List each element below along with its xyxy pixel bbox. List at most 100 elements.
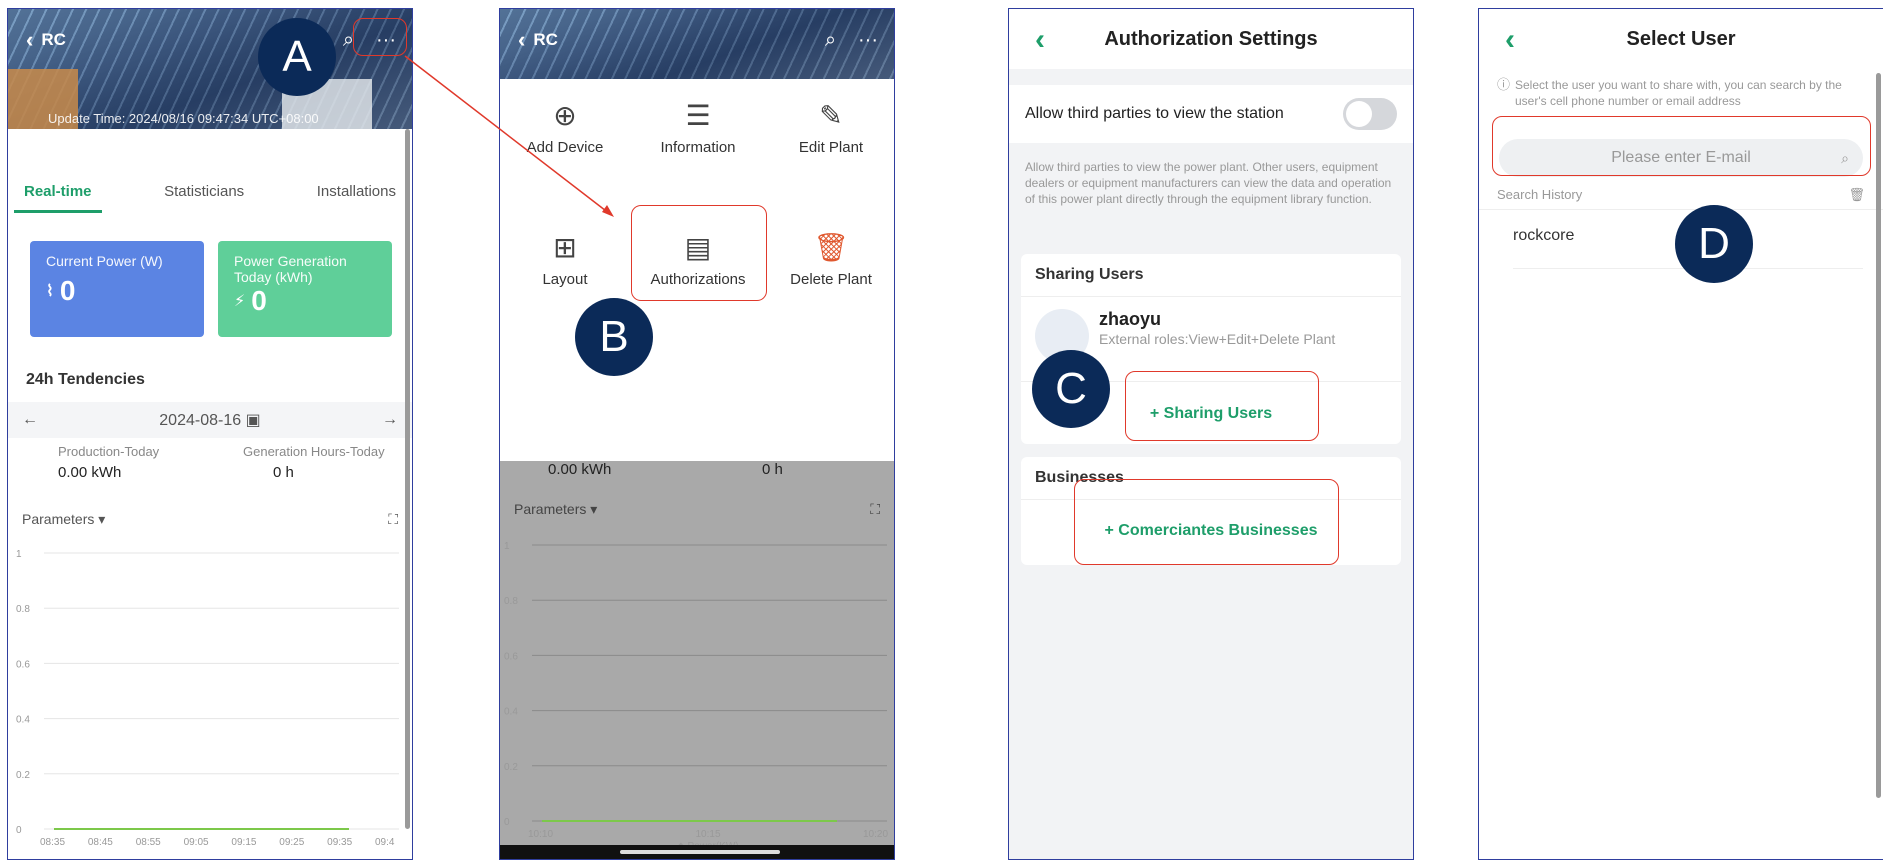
shared-user-name: zhaoyu [1099, 309, 1162, 329]
menu-label: Information [660, 139, 736, 156]
scrollbar[interactable] [1876, 73, 1881, 798]
x-tick-label: 10:20 [863, 829, 888, 840]
header: ‹ Select User [1479, 9, 1883, 69]
search-history-header: Search History 🗑 [1497, 187, 1865, 203]
y-tick-label: 0.8 [504, 596, 518, 607]
generation-hours-label: Generation Hours-Today [243, 444, 385, 459]
parameters-row: Parameters ▾ ⛶ [514, 501, 880, 518]
generation-hours-today: Generation Hours-Today 0 h [243, 444, 385, 481]
allow-description: Allow third parties to view the power pl… [1025, 160, 1392, 206]
plant-tabs: Real-time Statisticians Installations [14, 177, 406, 213]
lightning-icon: ⚡ [234, 293, 246, 310]
power-chart: 1 0.8 0.6 0.4 0.2 0 08:35 08:45 08:55 09:05 09:15 0… [16, 549, 399, 848]
fullscreen-icon[interactable]: ⛶ [870, 501, 880, 518]
menu-label: Add Device [526, 139, 604, 156]
y-tick-label: 0.4 [16, 715, 30, 726]
scrollbar[interactable] [405, 129, 410, 829]
y-tick-label: 0 [504, 817, 510, 828]
plus-circle-icon: ⊕ [553, 100, 577, 131]
x-tick-label: 09:05 [184, 837, 209, 848]
tab-statisticians[interactable]: Statisticians [154, 177, 254, 213]
shared-user-roles: External roles:View+Edit+Delete Plant [1099, 331, 1336, 347]
y-tick-label: 0.4 [504, 707, 518, 718]
next-date-arrow-icon[interactable]: → [382, 411, 398, 429]
caret-down-icon: ▾ [98, 511, 106, 527]
more-options-icon[interactable]: ··· [858, 29, 878, 52]
pencil-icon: ✎ [819, 100, 843, 131]
page-title: Select User [1626, 27, 1736, 50]
plant-title: RC [533, 30, 558, 49]
menu-label: Edit Plant [798, 139, 864, 156]
current-power-card: Current Power (W) ⌇ 0 [30, 241, 204, 337]
search-icon[interactable]: ⌕ [825, 29, 836, 52]
x-tick-label: 09:35 [327, 837, 352, 848]
x-tick-label: 09:15 [231, 837, 256, 848]
screen-plant-menu: ‹ RC ⌕ ··· ⊕ Add Device ☰ Information ✎ … [499, 8, 895, 860]
home-indicator [500, 845, 894, 859]
x-tick-label: 10:10 [528, 829, 553, 840]
power-chart: 10.80.60.40.2010:1010:1510:20◆ Power(KW) [504, 541, 888, 851]
x-tick-label: 09:4 [375, 837, 395, 848]
parameters-dropdown[interactable]: Parameters ▾ [514, 501, 597, 518]
date-value: 2024-08-16 [159, 412, 242, 429]
production-label: Production-Today [58, 444, 160, 459]
delete-history-icon[interactable]: 🗑 [1848, 187, 1865, 203]
x-tick-label: 08:35 [40, 837, 65, 848]
update-time: Update Time: 2024/08/16 09:47:34 UTC+08:… [48, 111, 319, 126]
menu-layout[interactable]: ⊞ Layout [500, 231, 630, 288]
dimmed-overlay[interactable]: 0.00 kWh 0 h Parameters ▾ ⛶ 1 0.8 0.6 0.4 0.… [500, 461, 894, 859]
prev-date-arrow-icon[interactable]: ← [22, 411, 38, 429]
menu-delete-plant[interactable]: 🗑 Delete Plant [766, 231, 894, 288]
plant-hero-banner: ‹ RC ⌕ ··· Update Time: 2024/08/16 09:47… [8, 9, 412, 129]
step-badge-d: D [1675, 205, 1753, 283]
x-tick-label: 09:25 [279, 837, 304, 848]
allow-third-party-row: Allow third parties to view the station [1009, 85, 1413, 143]
date-selector: ← 2024-08-16 ▣ → [8, 402, 412, 438]
current-power-label: Current Power (W) [46, 253, 163, 269]
calendar-icon: ▣ [245, 412, 261, 429]
menu-label: Delete Plant [790, 271, 872, 288]
back-chevron-icon[interactable]: ‹ [1035, 23, 1045, 57]
allow-third-party-label: Allow third parties to view the station [1025, 105, 1284, 122]
current-power-value: 0 [59, 275, 76, 306]
generation-hours-value: 0 h [762, 461, 783, 478]
step-badge-b: B [575, 298, 653, 376]
menu-information[interactable]: ☰ Information [633, 99, 763, 156]
y-tick-label: 0 [16, 825, 22, 836]
history-item-label: rockcore [1513, 227, 1575, 244]
info-icon: ⓘ [1497, 77, 1511, 92]
highlight-businesses [1074, 479, 1339, 565]
menu-edit-plant[interactable]: ✎ Edit Plant [766, 99, 894, 156]
y-tick-label: 0.2 [504, 762, 518, 773]
select-user-hint: ⓘ Select the user you want to share with… [1497, 77, 1865, 109]
power-generation-value: 0 [251, 285, 267, 316]
back-chevron-icon[interactable]: ‹ [1505, 23, 1515, 57]
parameters-dropdown[interactable]: Parameters ▾ [22, 511, 105, 528]
highlight-more-options [353, 18, 407, 56]
back-chevron-icon[interactable]: ‹ [26, 29, 33, 51]
menu-add-device[interactable]: ⊕ Add Device [500, 99, 630, 156]
date-picker[interactable]: 2024-08-16 ▣ [159, 410, 260, 430]
power-generation-card: Power Generation Today (kWh) ⚡ 0 [218, 241, 392, 337]
plant-title: RC [41, 30, 66, 49]
production-value: 0.00 kWh [58, 464, 122, 481]
parameters-label: Parameters [22, 511, 95, 527]
y-tick-label: 0.6 [504, 651, 518, 662]
step-badge-a: A [258, 18, 336, 96]
fullscreen-icon[interactable]: ⛶ [388, 511, 398, 528]
highlight-authorizations [631, 205, 767, 301]
list-icon: ☰ [685, 100, 711, 131]
step-badge-c: C [1032, 350, 1110, 428]
back-chevron-icon[interactable]: ‹ [518, 29, 525, 51]
y-tick-label: 1 [16, 549, 22, 560]
menu-label: Layout [542, 271, 588, 288]
sharing-users-title: Sharing Users [1021, 254, 1401, 297]
caret-down-icon: ▾ [590, 501, 598, 517]
x-tick-label: 08:55 [136, 837, 161, 848]
tab-real-time[interactable]: Real-time [14, 177, 102, 213]
generation-hours-value: 0 h [273, 464, 294, 481]
highlight-sharing-users [1125, 371, 1319, 441]
allow-third-party-toggle[interactable] [1343, 98, 1397, 130]
y-tick-label: 0.2 [16, 770, 30, 781]
tab-installations[interactable]: Installations [307, 177, 406, 213]
